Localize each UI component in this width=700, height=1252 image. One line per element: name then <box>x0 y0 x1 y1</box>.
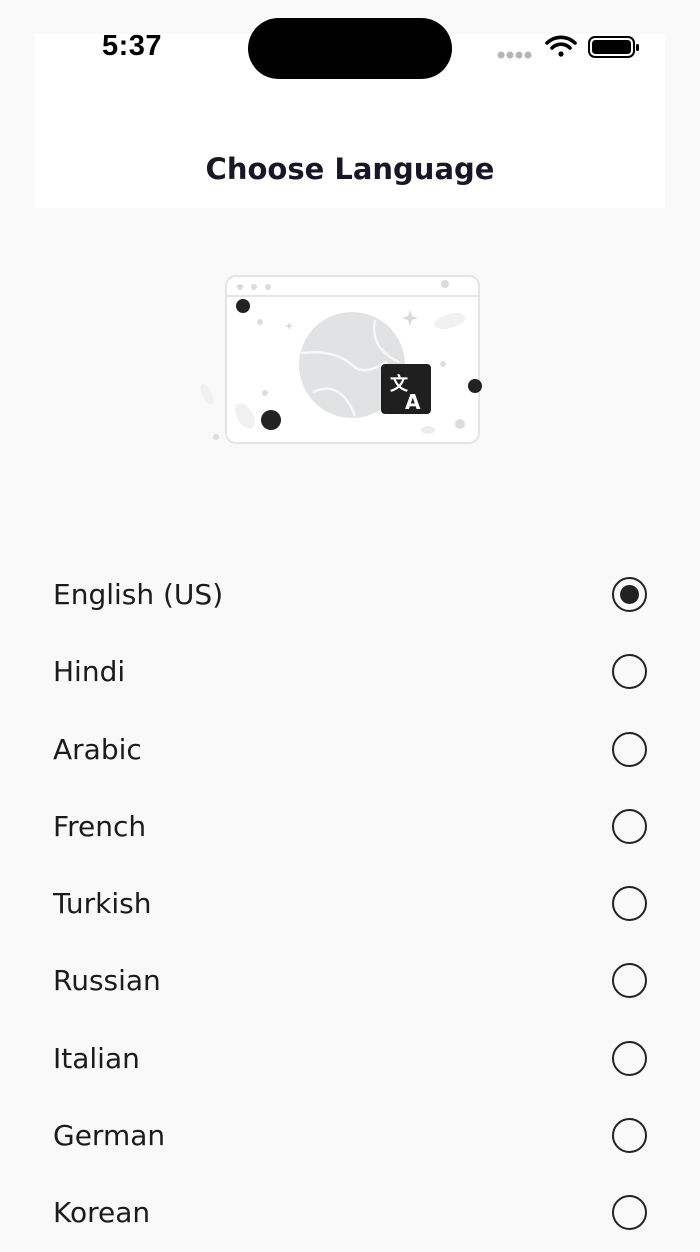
language-label: Turkish <box>53 887 152 921</box>
language-option-english-us[interactable]: English (US) <box>0 556 700 633</box>
language-label: Arabic <box>53 732 142 766</box>
language-illustration: 文 A <box>200 275 482 444</box>
radio-button[interactable] <box>612 1118 647 1154</box>
wifi-icon <box>545 35 577 57</box>
language-option-turkish[interactable]: Turkish <box>0 865 700 942</box>
language-option-russian[interactable]: Russian <box>0 942 700 1019</box>
language-label: Korean <box>53 1196 151 1230</box>
radio-button[interactable] <box>612 731 647 767</box>
radio-button[interactable] <box>612 654 647 690</box>
language-label: Russian <box>53 964 161 998</box>
language-option-korean[interactable]: Korean <box>0 1174 700 1251</box>
language-label: French <box>53 809 147 843</box>
radio-button[interactable] <box>612 963 647 999</box>
battery-icon <box>588 36 639 58</box>
dynamic-island <box>248 18 452 79</box>
status-time: 5:37 <box>102 30 163 62</box>
svg-text:A: A <box>405 390 421 414</box>
radio-button[interactable] <box>612 886 647 922</box>
language-option-arabic[interactable]: Arabic <box>0 711 700 788</box>
radio-button[interactable] <box>612 808 647 844</box>
language-label: Hindi <box>53 655 126 689</box>
language-option-german[interactable]: German <box>0 1097 700 1174</box>
language-label: German <box>53 1119 166 1153</box>
language-option-hindi[interactable]: Hindi <box>0 633 700 710</box>
signal-icon <box>497 51 532 59</box>
language-option-italian[interactable]: Italian <box>0 1020 700 1097</box>
radio-button[interactable] <box>612 1040 647 1076</box>
status-icons <box>497 35 639 59</box>
language-label: Italian <box>53 1041 140 1075</box>
radio-button-selected[interactable] <box>612 577 647 612</box>
language-option-french[interactable]: French <box>0 788 700 865</box>
translate-icon: 文 A <box>381 364 431 414</box>
language-label: English (US) <box>53 578 224 611</box>
language-list: English (US) Hindi Arabic French Turkish… <box>0 556 700 1252</box>
page-title: Choose Language <box>205 152 495 186</box>
radio-button[interactable] <box>612 1195 647 1231</box>
